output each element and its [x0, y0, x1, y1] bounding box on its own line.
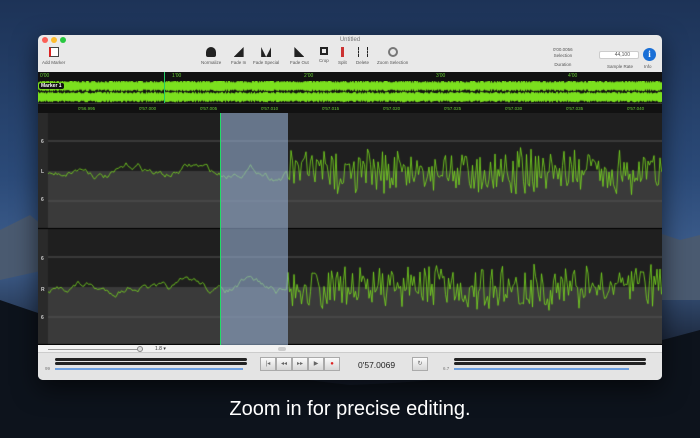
normalize-button[interactable]: Normalize	[201, 47, 221, 65]
split-icon	[340, 47, 344, 57]
delete-icon	[357, 47, 368, 57]
ruler-tick: 0'57.040	[627, 106, 645, 111]
selection-region[interactable]	[220, 113, 288, 345]
channel-label-r: R	[41, 287, 45, 293]
crop-icon	[319, 47, 328, 55]
rewind-button[interactable]: ◂◂	[276, 357, 292, 371]
marker-label[interactable]: Marker 1	[39, 83, 64, 89]
playhead[interactable]	[220, 113, 221, 345]
go-to-start-button[interactable]: |◂	[260, 357, 276, 371]
normalize-icon	[206, 47, 217, 57]
marker-icon	[48, 47, 59, 57]
ruler-tick: 0'56.995	[78, 106, 96, 111]
add-marker-button[interactable]: Add Marker	[42, 47, 65, 65]
channel-label-l: L	[41, 169, 45, 175]
zoom-selection-icon	[387, 47, 398, 57]
minimize-button[interactable]	[51, 37, 57, 43]
ruler-tick: 0'57.005	[200, 106, 218, 111]
window-title: Untitled	[339, 37, 361, 43]
zoom-button[interactable]	[60, 37, 66, 43]
fade-special-button[interactable]: Fade Special	[253, 47, 279, 65]
zoom-select[interactable]: 1.8 ▾	[155, 346, 181, 352]
toolbar: Add Marker Normalize Fade In Fade Specia…	[38, 45, 662, 72]
ruler-tick: 0'57.035	[566, 106, 584, 111]
scroll-handle[interactable]	[278, 347, 286, 351]
delete-button[interactable]: Delete	[356, 47, 369, 65]
playhead-overview[interactable]	[164, 72, 165, 103]
close-button[interactable]	[42, 37, 48, 43]
overview-tick: 2'00	[304, 73, 314, 79]
ruler-tick: 0'57.015	[322, 106, 340, 111]
fade-in-icon	[233, 47, 244, 57]
fade-special-icon	[261, 47, 272, 57]
overview-tick: 1'00	[172, 73, 182, 79]
record-button[interactable]: ●	[324, 357, 340, 371]
loop-button[interactable]: ↻	[412, 357, 428, 371]
transport-bar: 1.8 ▾ 99 |◂ ◂◂ ▸▸ ▶ ● 0'57.0069 ↻ 6.7	[38, 345, 662, 380]
ruler-tick: 0'57.010	[261, 106, 279, 111]
zoom-selection-button[interactable]: Zoom Selection	[377, 47, 408, 65]
caption: Zoom in for precise editing.	[229, 398, 471, 420]
zoom-slider[interactable]	[48, 349, 143, 350]
ruler-tick: 0'57.030	[505, 106, 523, 111]
input-level-slider[interactable]	[55, 368, 243, 370]
ruler-tick: 0'57.000	[139, 106, 157, 111]
output-level-slider[interactable]	[454, 368, 629, 370]
overview-tick: 4'00	[568, 73, 578, 79]
output-meter	[454, 358, 646, 361]
sample-rate-select[interactable]: 44,100	[599, 51, 639, 59]
title-bar: Untitled	[38, 35, 662, 45]
ruler-tick: 0'57.020	[383, 106, 401, 111]
fade-out-icon	[294, 47, 305, 57]
overview-waveform[interactable]: 0'00 1'00 2'00 3'00 4'00 Marker 1 0'56.995 0'…	[38, 72, 662, 113]
zoom-slider-thumb[interactable]	[137, 346, 143, 352]
crop-button[interactable]: Crop	[319, 47, 329, 63]
fade-in-button[interactable]: Fade In	[231, 47, 246, 65]
fast-forward-button[interactable]: ▸▸	[292, 357, 308, 371]
play-button[interactable]: ▶	[308, 357, 324, 371]
info-icon[interactable]: i	[643, 48, 656, 61]
ruler-tick: 0'57.025	[444, 106, 462, 111]
overview-tick: 0'00	[40, 73, 50, 79]
app-window: Untitled Add Marker Normalize Fade In Fa…	[38, 35, 662, 380]
input-meter	[55, 358, 247, 361]
time-display: 0'57.0069	[358, 360, 396, 370]
split-button[interactable]: Split	[338, 47, 347, 65]
overview-tick: 3'00	[436, 73, 446, 79]
fade-out-button[interactable]: Fade Out	[290, 47, 309, 65]
waveform-editor[interactable]: 6 L 6 6 R 6	[38, 113, 662, 345]
